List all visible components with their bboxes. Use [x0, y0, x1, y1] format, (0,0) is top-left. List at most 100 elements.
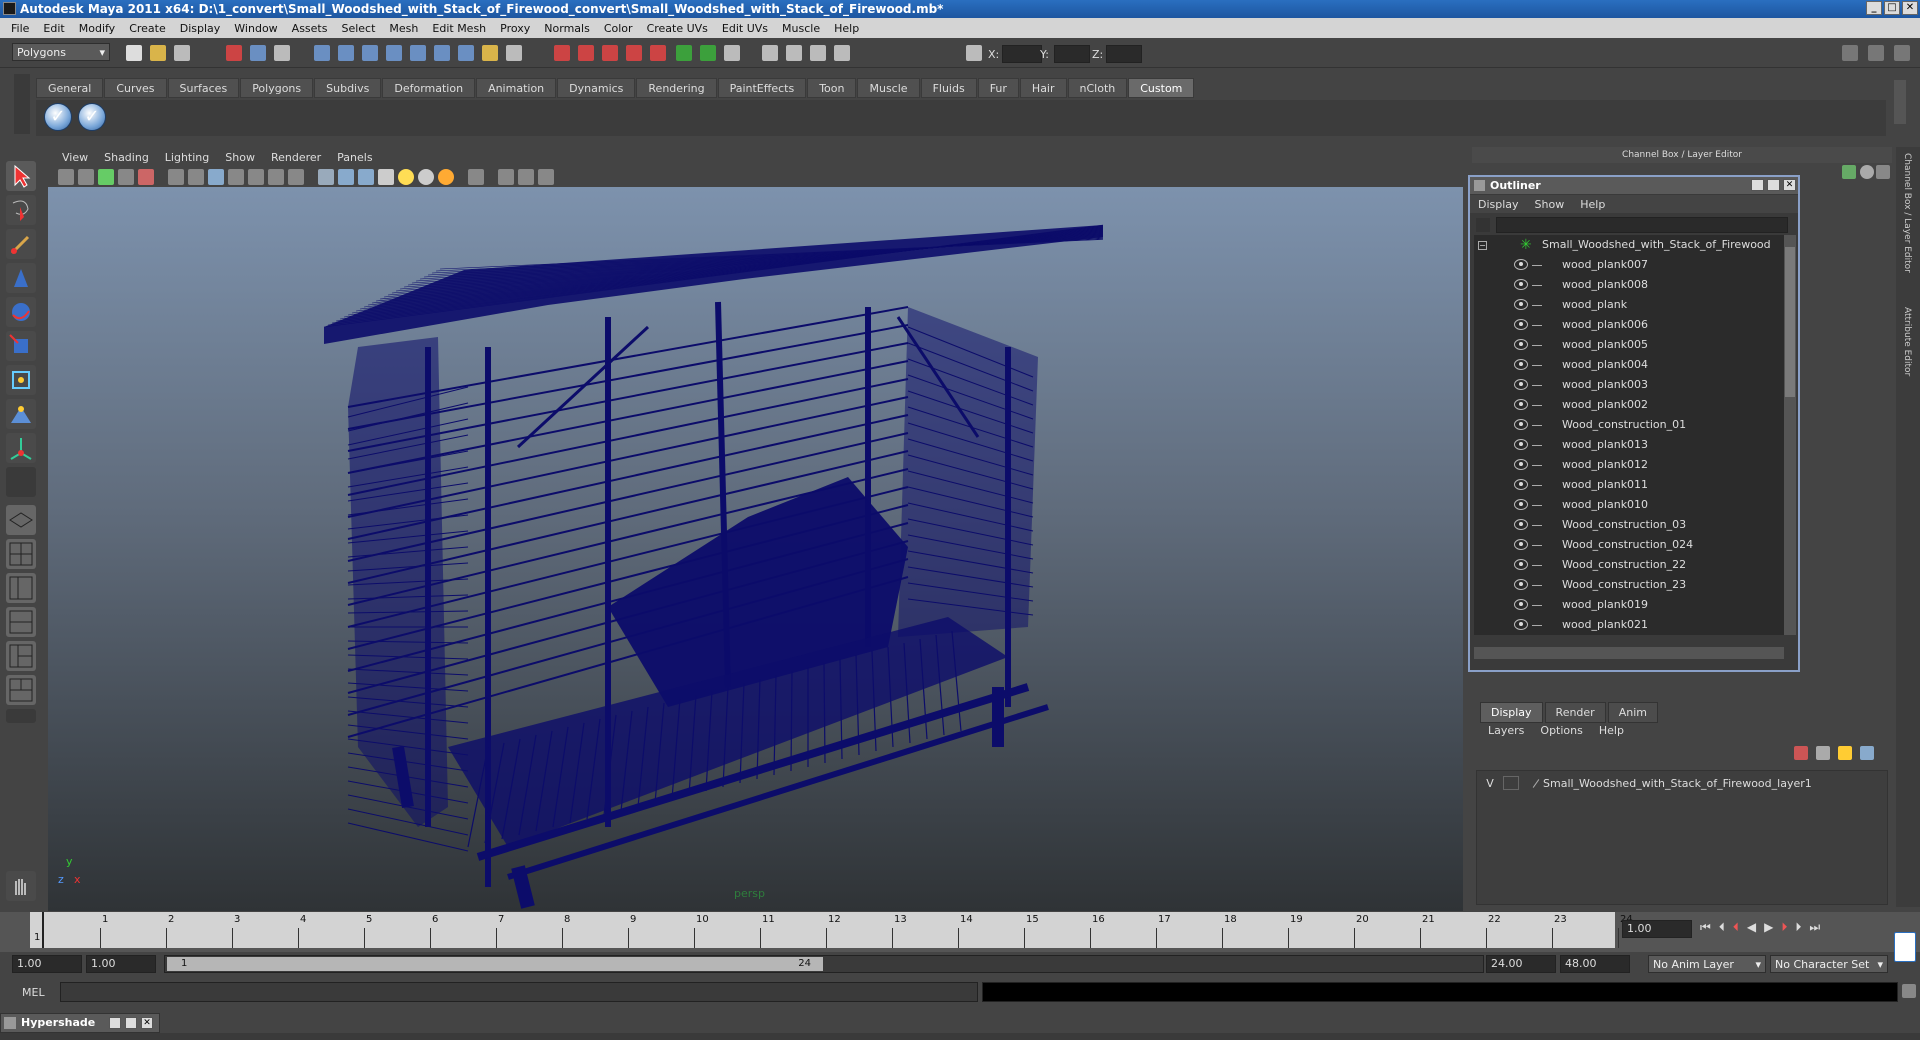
anim-layer-dropdown[interactable]: No Anim Layer ▾ — [1648, 955, 1766, 973]
outliner-menu-display[interactable]: Display — [1470, 198, 1527, 211]
gate-mask-icon[interactable] — [228, 169, 244, 185]
bookmark-icon[interactable] — [98, 169, 114, 185]
last-tool-slot-icon[interactable] — [6, 467, 36, 497]
outliner-item[interactable]: wood_plank005 — [1474, 335, 1784, 355]
outliner-item[interactable]: wood_plank013 — [1474, 435, 1784, 455]
render-view-icon[interactable] — [650, 45, 666, 61]
menu-create-uvs[interactable]: Create UVs — [640, 22, 715, 35]
rotate-tool-icon[interactable] — [6, 297, 36, 327]
menu-edit[interactable]: Edit — [36, 22, 71, 35]
script-editor-icon[interactable] — [676, 45, 692, 61]
shelf-tab-hair[interactable]: Hair — [1019, 78, 1067, 98]
outliner-horizontal-scrollbar[interactable] — [1474, 647, 1784, 659]
safe-title-icon[interactable] — [288, 169, 304, 185]
shelf-tab-animation[interactable]: Animation — [476, 78, 557, 98]
single-perspective-layout-icon[interactable] — [6, 505, 36, 535]
layer-color-swatch-icon[interactable] — [1532, 778, 1540, 788]
snap-point-icon[interactable] — [362, 45, 378, 61]
safe-action-icon[interactable] — [268, 169, 284, 185]
xray-joints-icon[interactable] — [518, 169, 534, 185]
outliner-item[interactable]: wood_plank — [1474, 295, 1784, 315]
outliner-item[interactable]: wood_plank008 — [1474, 275, 1784, 295]
z-coordinate-field[interactable] — [1106, 45, 1142, 63]
render-settings-icon[interactable] — [602, 45, 618, 61]
select-tool-icon[interactable] — [6, 161, 36, 191]
viewport-menu-show[interactable]: Show — [217, 151, 263, 164]
snap-grid-icon[interactable] — [314, 45, 330, 61]
menu-mesh[interactable]: Mesh — [382, 22, 425, 35]
go-to-start-icon[interactable]: ⏮ — [1700, 920, 1711, 935]
shelf-tab-surfaces[interactable]: Surfaces — [167, 78, 240, 98]
outliner-root-item[interactable]: − ✳ Small_Woodshed_with_Stack_of_Firewoo… — [1474, 235, 1784, 255]
hypershade-layout-icon[interactable] — [6, 641, 36, 671]
viewport-menu-renderer[interactable]: Renderer — [263, 151, 329, 164]
universal-manipulator-icon[interactable] — [6, 365, 36, 395]
outliner-item[interactable]: wood_plank006 — [1474, 315, 1784, 335]
shelf-tab-ncloth[interactable]: nCloth — [1067, 78, 1128, 98]
shelf-tab-dynamics[interactable]: Dynamics — [557, 78, 636, 98]
menu-modify[interactable]: Modify — [72, 22, 122, 35]
menu-assets[interactable]: Assets — [285, 22, 335, 35]
toggle-channel-box-icon[interactable] — [1868, 45, 1884, 61]
play-forwards-icon[interactable]: ▶ — [1764, 920, 1773, 935]
viewport-menu-view[interactable]: View — [54, 151, 96, 164]
shelf-tab-fluids[interactable]: Fluids — [920, 78, 977, 98]
hypershade-maximize-button[interactable] — [125, 1017, 137, 1029]
viewport-menu-panels[interactable]: Panels — [329, 151, 380, 164]
dope-sheet-icon[interactable] — [834, 45, 850, 61]
outliner-item[interactable]: Wood_construction_22 — [1474, 555, 1784, 575]
lasso-tool-icon[interactable] — [6, 195, 36, 225]
input-ops-icon[interactable] — [506, 45, 522, 61]
ipr-render-icon[interactable] — [578, 45, 594, 61]
shelf-tab-painteffects[interactable]: PaintEffects — [717, 78, 807, 98]
layout-options-icon[interactable] — [6, 709, 36, 723]
menu-edit-mesh[interactable]: Edit Mesh — [425, 22, 493, 35]
auto-key-icon[interactable] — [1894, 932, 1916, 962]
outliner-search-field[interactable] — [1496, 217, 1788, 233]
xray-icon[interactable] — [498, 169, 514, 185]
image-plane-icon[interactable] — [118, 169, 134, 185]
new-layer-from-selected-icon[interactable] — [1860, 746, 1874, 760]
construction-history-icon[interactable] — [482, 45, 498, 61]
select-hierarchy-icon[interactable] — [226, 45, 242, 61]
menu-create[interactable]: Create — [122, 22, 173, 35]
shelf-tab-muscle[interactable]: Muscle — [857, 78, 920, 98]
range-track[interactable]: 1 24 — [164, 955, 1484, 973]
layer-editor-icon[interactable] — [786, 45, 802, 61]
shelf-options-icon[interactable] — [14, 74, 30, 134]
shelf-tab-polygons[interactable]: Polygons — [240, 78, 314, 98]
current-frame-field[interactable]: 1.00 — [1622, 920, 1692, 938]
collapse-icon[interactable]: − — [1478, 241, 1487, 250]
display-layer-row[interactable]: V Small_Woodshed_with_Stack_of_Firewood_… — [1481, 775, 1812, 791]
channel-box-toggle-icon[interactable] — [700, 45, 716, 61]
outliner-item[interactable]: wood_plank007 — [1474, 255, 1784, 275]
menu-normals[interactable]: Normals — [537, 22, 597, 35]
menu-display[interactable]: Display — [173, 22, 228, 35]
snap-curve-icon[interactable] — [338, 45, 354, 61]
layer-visibility-toggle[interactable]: V — [1481, 777, 1499, 790]
scrollbar-thumb[interactable] — [1785, 247, 1795, 397]
snap-plane-icon[interactable] — [386, 45, 402, 61]
outliner-item[interactable]: wood_plank019 — [1474, 595, 1784, 615]
pin-icon[interactable] — [1876, 165, 1890, 179]
render-current-icon[interactable] — [554, 45, 570, 61]
hypershade-close-button[interactable]: ✕ — [141, 1017, 153, 1029]
step-forward-key-icon[interactable]: ⏵ — [1781, 920, 1787, 935]
outliner-item[interactable]: wood_plank002 — [1474, 395, 1784, 415]
smooth-shade-icon[interactable] — [338, 169, 354, 185]
toggle-modeling-toolkit-icon[interactable] — [1842, 45, 1858, 61]
show-manipulator-icon[interactable] — [6, 433, 36, 463]
scale-tool-icon[interactable] — [6, 331, 36, 361]
save-scene-icon[interactable] — [174, 45, 190, 61]
film-gate-icon[interactable] — [188, 169, 204, 185]
field-chart-icon[interactable] — [248, 169, 264, 185]
new-layer-icon[interactable] — [1838, 746, 1852, 760]
menu-color[interactable]: Color — [597, 22, 640, 35]
outliner-close-button[interactable]: ✕ — [1783, 179, 1796, 191]
minimize-button[interactable]: _ — [1866, 1, 1882, 15]
soft-mod-tool-icon[interactable] — [6, 399, 36, 429]
menu-select[interactable]: Select — [334, 22, 382, 35]
viewport-menu-lighting[interactable]: Lighting — [157, 151, 217, 164]
maximize-button[interactable]: □ — [1884, 1, 1900, 15]
time-ruler[interactable]: 1 12345678910111213141516171819202122232… — [30, 912, 1633, 948]
